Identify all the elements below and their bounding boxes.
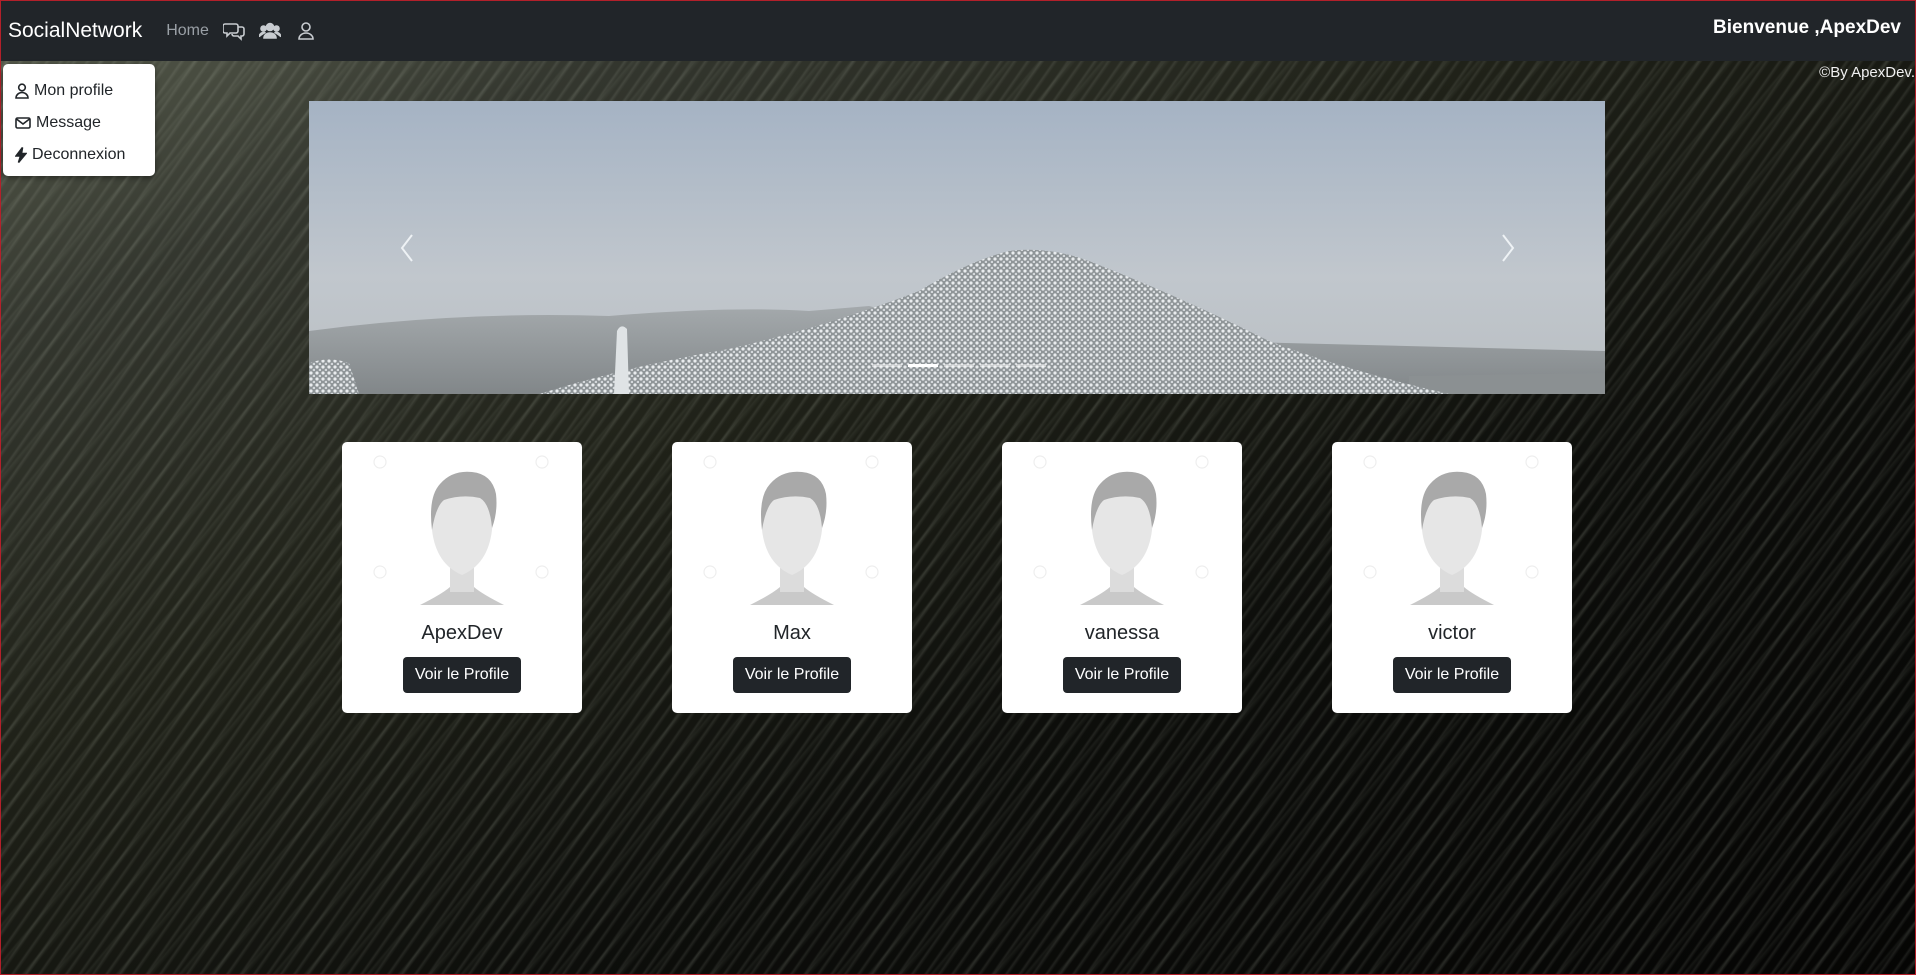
profile-card: Max Voir le Profile [672,442,912,713]
menu-item-label: Deconnexion [32,146,126,163]
view-profile-button[interactable]: Voir le Profile [732,657,852,693]
card-username: ApexDev [421,622,503,644]
chevron-right-icon [1502,234,1515,262]
user-icon[interactable] [295,20,317,42]
avatar [672,442,912,607]
card-username: victor [1428,622,1476,644]
card-username: Max [773,622,811,644]
nav-home-link[interactable]: Home [166,22,209,40]
chat-icon[interactable] [222,20,245,42]
card-username: vanessa [1084,622,1160,644]
carousel-indicator-active[interactable] [908,364,938,367]
welcome-message: Bienvenue ,ApexDev [1713,17,1901,38]
carousel-indicator[interactable] [872,364,902,367]
menu-item-label: Message [36,114,101,131]
copyright-text: ©By ApexDev. [1819,64,1915,81]
profile-card: vanessa Voir le Profile [1002,442,1242,713]
carousel-indicator[interactable] [1016,364,1046,367]
envelope-icon [15,117,31,129]
chevron-left-icon [400,234,413,262]
menu-item-deconnexion[interactable]: Deconnexion [3,139,155,171]
view-profile-button[interactable]: Voir le Profile [1062,657,1182,693]
menu-item-label: Mon profile [34,82,114,99]
carousel-indicator[interactable] [980,364,1010,367]
brand-logo[interactable]: SocialNetwork [8,19,142,43]
user-icon [15,83,29,99]
avatar [1332,442,1572,607]
carousel-prev-button[interactable] [392,228,422,268]
users-icon[interactable] [258,20,281,42]
profile-card: ApexDev Voir le Profile [342,442,582,713]
bolt-icon [15,147,27,163]
view-profile-button[interactable]: Voir le Profile [402,657,522,693]
avatar [342,442,582,607]
menu-item-mon-profile[interactable]: Mon profile [3,75,155,107]
carousel-next-button[interactable] [1493,228,1523,268]
image-carousel [309,101,1605,394]
carousel-indicator[interactable] [944,364,974,367]
user-dropdown-menu: Mon profile Message Deconnexion [3,64,155,176]
carousel-indicators [869,364,1049,367]
top-navbar: SocialNetwork Home Bienvenue ,ApexDev [1,1,1915,61]
view-profile-button[interactable]: Voir le Profile [1392,657,1512,693]
profile-card: victor Voir le Profile [1332,442,1572,713]
menu-item-message[interactable]: Message [3,107,155,139]
avatar [1002,442,1242,607]
carousel-slide-image [309,101,1605,394]
